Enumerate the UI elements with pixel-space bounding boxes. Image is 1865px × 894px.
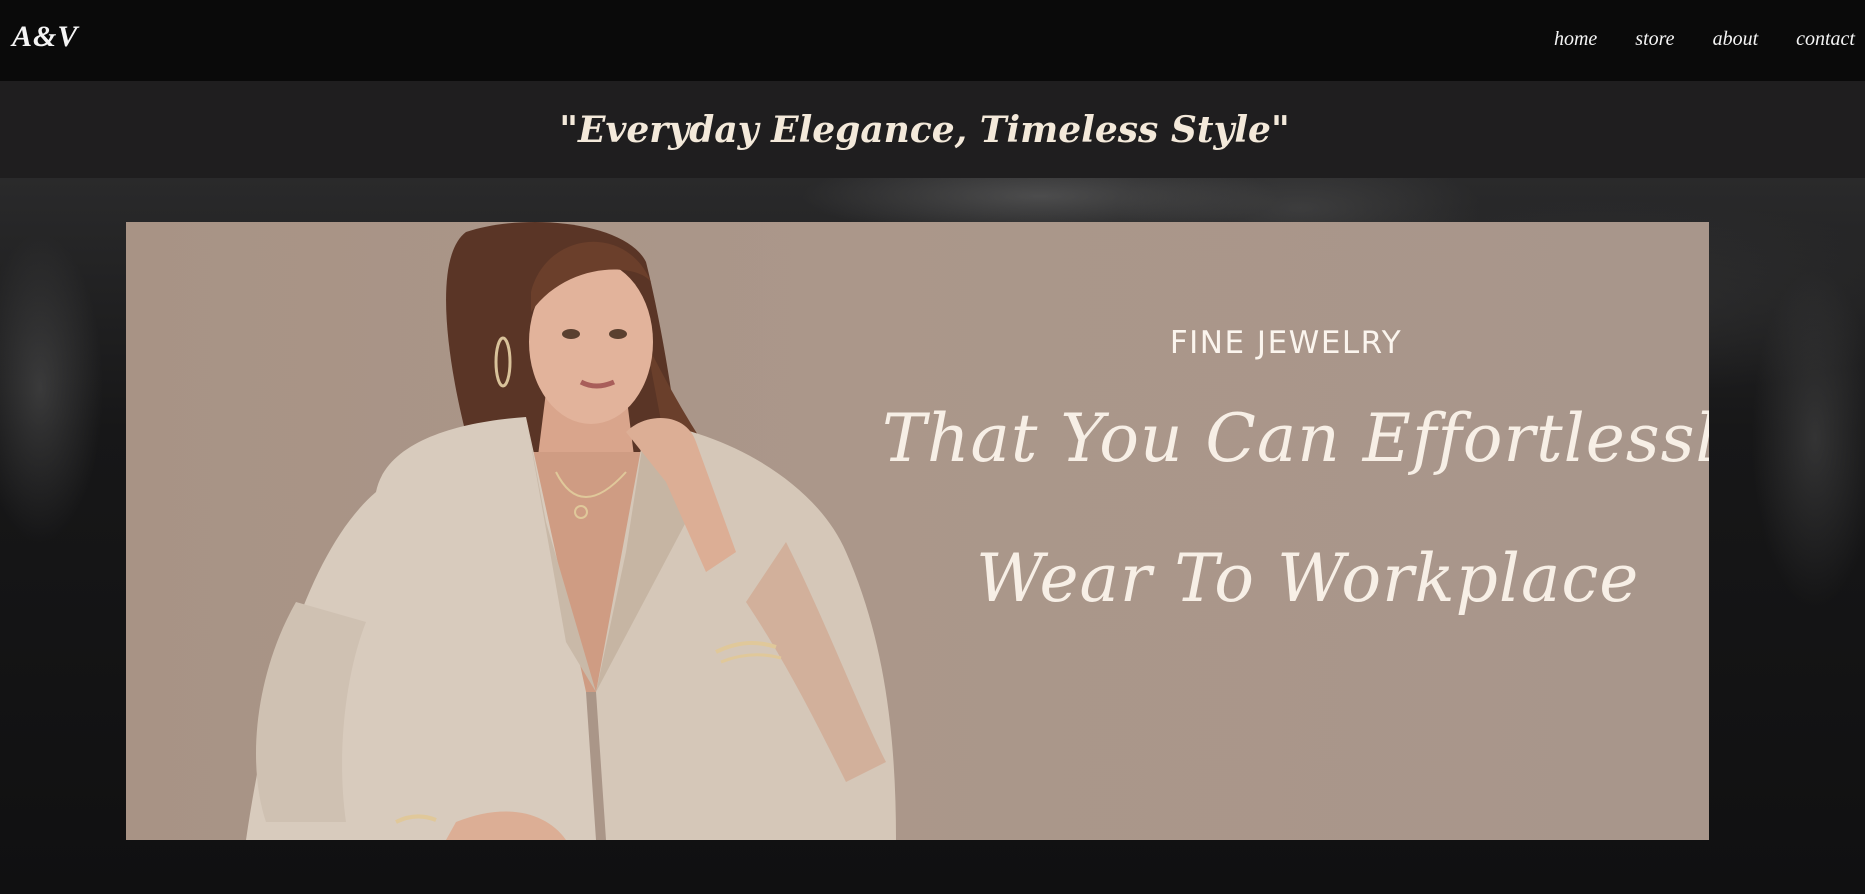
banner-script-line-2: Wear To Workplace xyxy=(976,540,1640,617)
hero-banner-image: FINE JEWELRY That You Can Effortlessly W… xyxy=(126,222,1709,840)
top-navbar: A&V home store about contact xyxy=(0,0,1865,81)
nav-link-home[interactable]: home xyxy=(1554,28,1597,51)
main-nav: home store about contact xyxy=(1554,28,1855,51)
tagline-bar: "Everyday Elegance, Timeless Style" xyxy=(0,81,1865,178)
page-tagline: "Everyday Elegance, Timeless Style" xyxy=(559,108,1290,151)
nav-link-about[interactable]: about xyxy=(1713,28,1759,51)
nav-link-contact[interactable]: contact xyxy=(1796,28,1855,51)
nav-link-store[interactable]: store xyxy=(1635,28,1674,51)
banner-script-line-1: That You Can Effortlessly xyxy=(882,400,1709,477)
site-logo[interactable]: A&V xyxy=(12,20,78,54)
model-illustration xyxy=(246,222,896,840)
banner-heading: FINE JEWELRY xyxy=(1169,325,1403,361)
